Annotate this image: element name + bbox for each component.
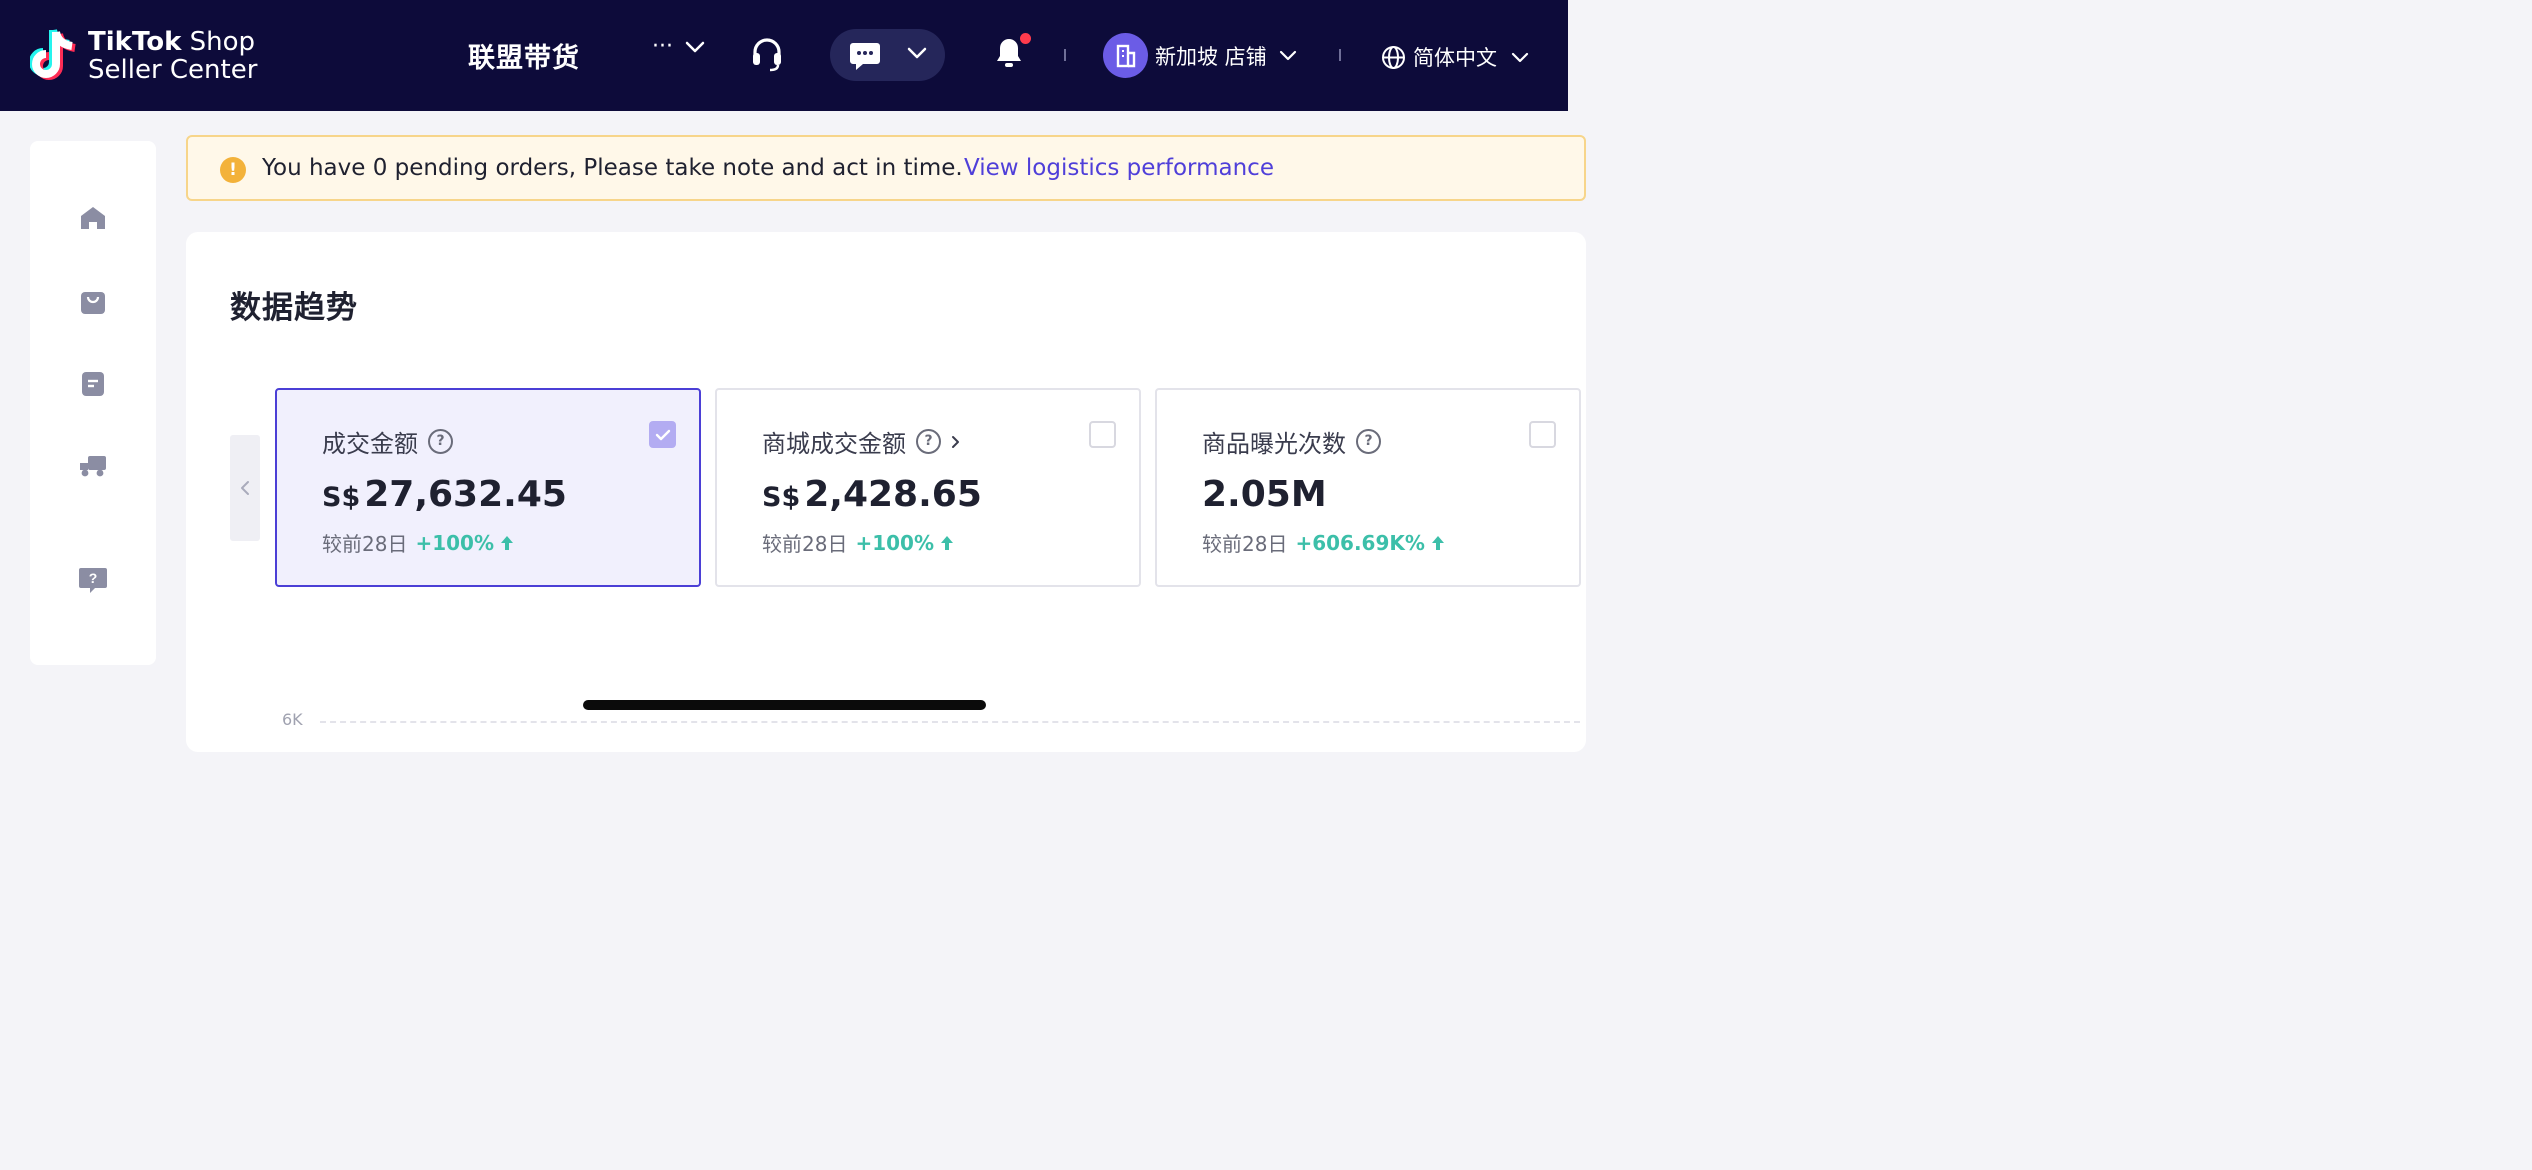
logo-subtitle: Seller Center xyxy=(88,55,258,85)
metric-comparison: 较前28日 +100% xyxy=(322,528,514,557)
chevron-down-icon xyxy=(907,47,927,59)
metric-label: 商城成交金额 ? xyxy=(762,424,960,459)
compare-label: 较前28日 xyxy=(1202,532,1288,556)
store-name: 新加坡 店铺 xyxy=(1155,44,1267,69)
nav-affiliate-title[interactable]: 联盟带货 xyxy=(468,36,580,75)
language-selector[interactable]: 简体中文 xyxy=(1381,42,1529,72)
headset-icon[interactable] xyxy=(750,36,784,76)
metric-comparison: 较前28日 +100% xyxy=(762,528,954,557)
view-logistics-link[interactable]: View logistics performance xyxy=(964,155,1274,181)
logo-brand: TikTok xyxy=(88,27,182,57)
sidebar: ? xyxy=(30,141,156,665)
chevron-right-icon[interactable] xyxy=(951,435,960,449)
change-percent: +606.69K% xyxy=(1295,530,1425,555)
metric-checkbox[interactable] xyxy=(1529,421,1556,448)
arrow-up-icon xyxy=(501,535,513,550)
chevron-down-icon xyxy=(685,41,705,52)
compare-label: 较前28日 xyxy=(762,532,848,556)
metric-card-impressions[interactable]: 商品曝光次数 ? 2.05M 较前28日 +606.69K% xyxy=(1155,388,1581,587)
section-title: 数据趋势 xyxy=(230,290,358,326)
metric-label-text: 商城成交金额 xyxy=(762,430,906,458)
carousel-prev-button[interactable] xyxy=(230,435,260,541)
metric-value: S$ 27,632.45 xyxy=(322,474,567,515)
header-divider xyxy=(1339,49,1341,61)
header-divider xyxy=(1064,49,1066,61)
chart-y-axis-label: 6K xyxy=(282,710,303,729)
more-menu[interactable]: ··· xyxy=(652,34,705,59)
chevron-down-icon xyxy=(1511,52,1529,62)
chat-bubble-icon xyxy=(850,43,880,70)
warning-icon: ! xyxy=(220,157,246,183)
notification-bell[interactable] xyxy=(994,33,1031,74)
store-selector[interactable]: 新加坡 店铺 xyxy=(1103,33,1297,78)
metric-label-text: 商品曝光次数 xyxy=(1202,430,1346,458)
help-icon[interactable]: ? xyxy=(78,565,108,595)
currency: S$ xyxy=(322,482,361,513)
pending-orders-alert: ! You have 0 pending orders, Please take… xyxy=(186,135,1586,201)
change-percent: +100% xyxy=(855,530,934,555)
svg-text:?: ? xyxy=(89,570,98,586)
metric-comparison: 较前28日 +606.69K% xyxy=(1202,528,1445,557)
tiktok-shop-logo[interactable]: TikTok Shop Seller Center xyxy=(30,24,270,88)
metric-value: 2.05M xyxy=(1202,474,1327,515)
change-percent: +100% xyxy=(415,530,494,555)
data-trends-panel: 数据趋势 成交金额 ? S$ 27,632.45 较前28日 +100% 商城成交… xyxy=(186,232,1586,752)
shopping-bag-icon[interactable] xyxy=(78,287,108,317)
metric-amount: 27,632.45 xyxy=(364,474,567,515)
home-icon[interactable] xyxy=(78,203,108,233)
orders-icon[interactable] xyxy=(78,369,108,399)
logo-text: TikTok Shop Seller Center xyxy=(88,28,257,84)
chat-dropdown[interactable] xyxy=(830,29,945,81)
checkmark-icon xyxy=(655,429,670,440)
metric-card-mall-gmv[interactable]: 商城成交金额 ? S$ 2,428.65 较前28日 +100% xyxy=(715,388,1141,587)
metric-label: 成交金额 ? xyxy=(322,424,453,459)
chart-gridline xyxy=(320,721,1580,723)
metric-amount: 2,428.65 xyxy=(804,474,982,515)
tiktok-note-icon xyxy=(30,29,76,80)
currency: S$ xyxy=(762,482,801,513)
metric-card-gmv[interactable]: 成交金额 ? S$ 27,632.45 较前28日 +100% xyxy=(275,388,701,587)
building-icon xyxy=(1116,44,1135,67)
metric-checkbox-checked[interactable] xyxy=(649,421,676,448)
home-indicator[interactable] xyxy=(583,700,986,710)
arrow-up-icon xyxy=(941,535,953,550)
store-avatar xyxy=(1103,33,1148,78)
delivery-truck-icon[interactable] xyxy=(78,451,108,481)
notification-dot xyxy=(1020,33,1031,44)
bell-icon xyxy=(997,39,1021,67)
logo-shop: Shop xyxy=(189,27,256,57)
alert-message: You have 0 pending orders, Please take n… xyxy=(262,155,963,181)
metric-checkbox[interactable] xyxy=(1089,421,1116,448)
more-dots: ··· xyxy=(652,34,673,59)
help-icon[interactable]: ? xyxy=(916,429,941,454)
metric-label: 商品曝光次数 ? xyxy=(1202,424,1381,459)
top-navigation-bar: TikTok Shop Seller Center 联盟带货 ··· 新加坡 店… xyxy=(0,0,1568,111)
language-name: 简体中文 xyxy=(1413,46,1497,70)
metric-value: S$ 2,428.65 xyxy=(762,474,982,515)
chevron-down-icon xyxy=(1279,50,1296,61)
chevron-left-icon xyxy=(241,481,249,495)
compare-label: 较前28日 xyxy=(322,532,408,556)
help-icon[interactable]: ? xyxy=(428,429,453,454)
metric-amount: 2.05M xyxy=(1202,474,1327,515)
metric-label-text: 成交金额 xyxy=(322,430,418,458)
help-icon[interactable]: ? xyxy=(1356,429,1381,454)
arrow-up-icon xyxy=(1431,535,1444,550)
globe-icon xyxy=(1382,45,1405,69)
